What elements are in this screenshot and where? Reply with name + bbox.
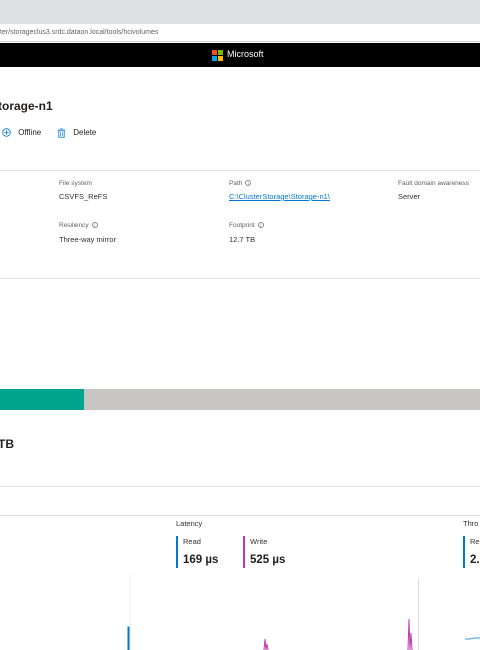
offline-icon — [2, 128, 11, 138]
info-icon[interactable]: i — [91, 222, 98, 229]
throughput-read-line — [465, 637, 480, 640]
logo-square-blue — [212, 56, 217, 61]
offline-label: Offline — [18, 128, 42, 137]
fault-domain-label: Fault domain awareness — [398, 180, 469, 187]
delete-label: Delete — [73, 128, 97, 137]
logo-square-yellow — [218, 56, 223, 61]
latency-write-spike-small — [263, 638, 269, 650]
file-system-value: CSVFS_ReFS — [59, 192, 108, 201]
throughput-read-label: Rea — [470, 537, 480, 546]
latency-write-value: 525 µs — [250, 554, 286, 566]
capacity-bar — [0, 389, 480, 410]
trash-icon — [57, 128, 66, 138]
latency-write-metric: Write 525 µs — [243, 536, 285, 568]
browser-tab-strip — [0, 0, 480, 24]
latency-read-label: Read — [183, 537, 201, 546]
brand-title: Microsoft — [227, 49, 264, 59]
fault-domain-value: Server — [398, 192, 421, 201]
logo-square-green — [218, 50, 223, 55]
footprint-label-row: Footprint i — [229, 222, 264, 229]
footprint-label: Footprint — [229, 222, 255, 229]
address-bar[interactable]: ter/storageclus3.srdc.dataon.local/tools… — [0, 24, 480, 42]
throughput-read-value: 2. — [470, 554, 480, 566]
logo-square-red — [212, 50, 217, 55]
capacity-used-fill — [0, 389, 84, 410]
path-link[interactable]: C:\ClusterStorage\Storage-n1\ — [229, 192, 330, 201]
latency-label: Latency — [176, 519, 203, 528]
latency-write-spike-large — [407, 618, 413, 650]
resiliency-label: Resiliency — [59, 222, 89, 229]
throughput-label: Thro — [463, 519, 479, 528]
resiliency-value: Three-way mirror — [59, 235, 117, 244]
microsoft-header-bar: Microsoft — [0, 43, 480, 67]
path-label: Path — [229, 180, 243, 187]
performance-divider — [0, 515, 480, 516]
properties-top-divider — [0, 170, 480, 171]
latency-read-metric: Read 169 µs — [176, 536, 218, 568]
resiliency-label-row: Resiliency i — [59, 222, 98, 229]
capacity-divider — [0, 486, 480, 487]
microsoft-logo-icon — [212, 50, 223, 61]
latency-read-spike — [127, 626, 130, 650]
capacity-text: TB — [0, 437, 14, 451]
latency-read-value: 169 µs — [183, 554, 219, 566]
properties-bottom-divider — [0, 278, 480, 279]
info-icon[interactable]: i — [257, 222, 264, 229]
file-system-label: File system — [59, 180, 92, 187]
performance-sparklines — [127, 575, 480, 650]
footprint-value: 12.7 TB — [229, 235, 256, 244]
info-icon[interactable]: i — [245, 180, 252, 187]
delete-button[interactable]: Delete — [57, 127, 96, 139]
path-label-row: Path i — [229, 180, 252, 187]
offline-button[interactable]: Offline — [2, 127, 41, 139]
volume-title: torage-n1 — [0, 99, 53, 113]
url-text: ter/storageclus3.srdc.dataon.local/tools… — [0, 29, 159, 36]
throughput-read-metric: Rea 2. — [463, 536, 480, 568]
latency-write-label: Write — [250, 537, 268, 546]
